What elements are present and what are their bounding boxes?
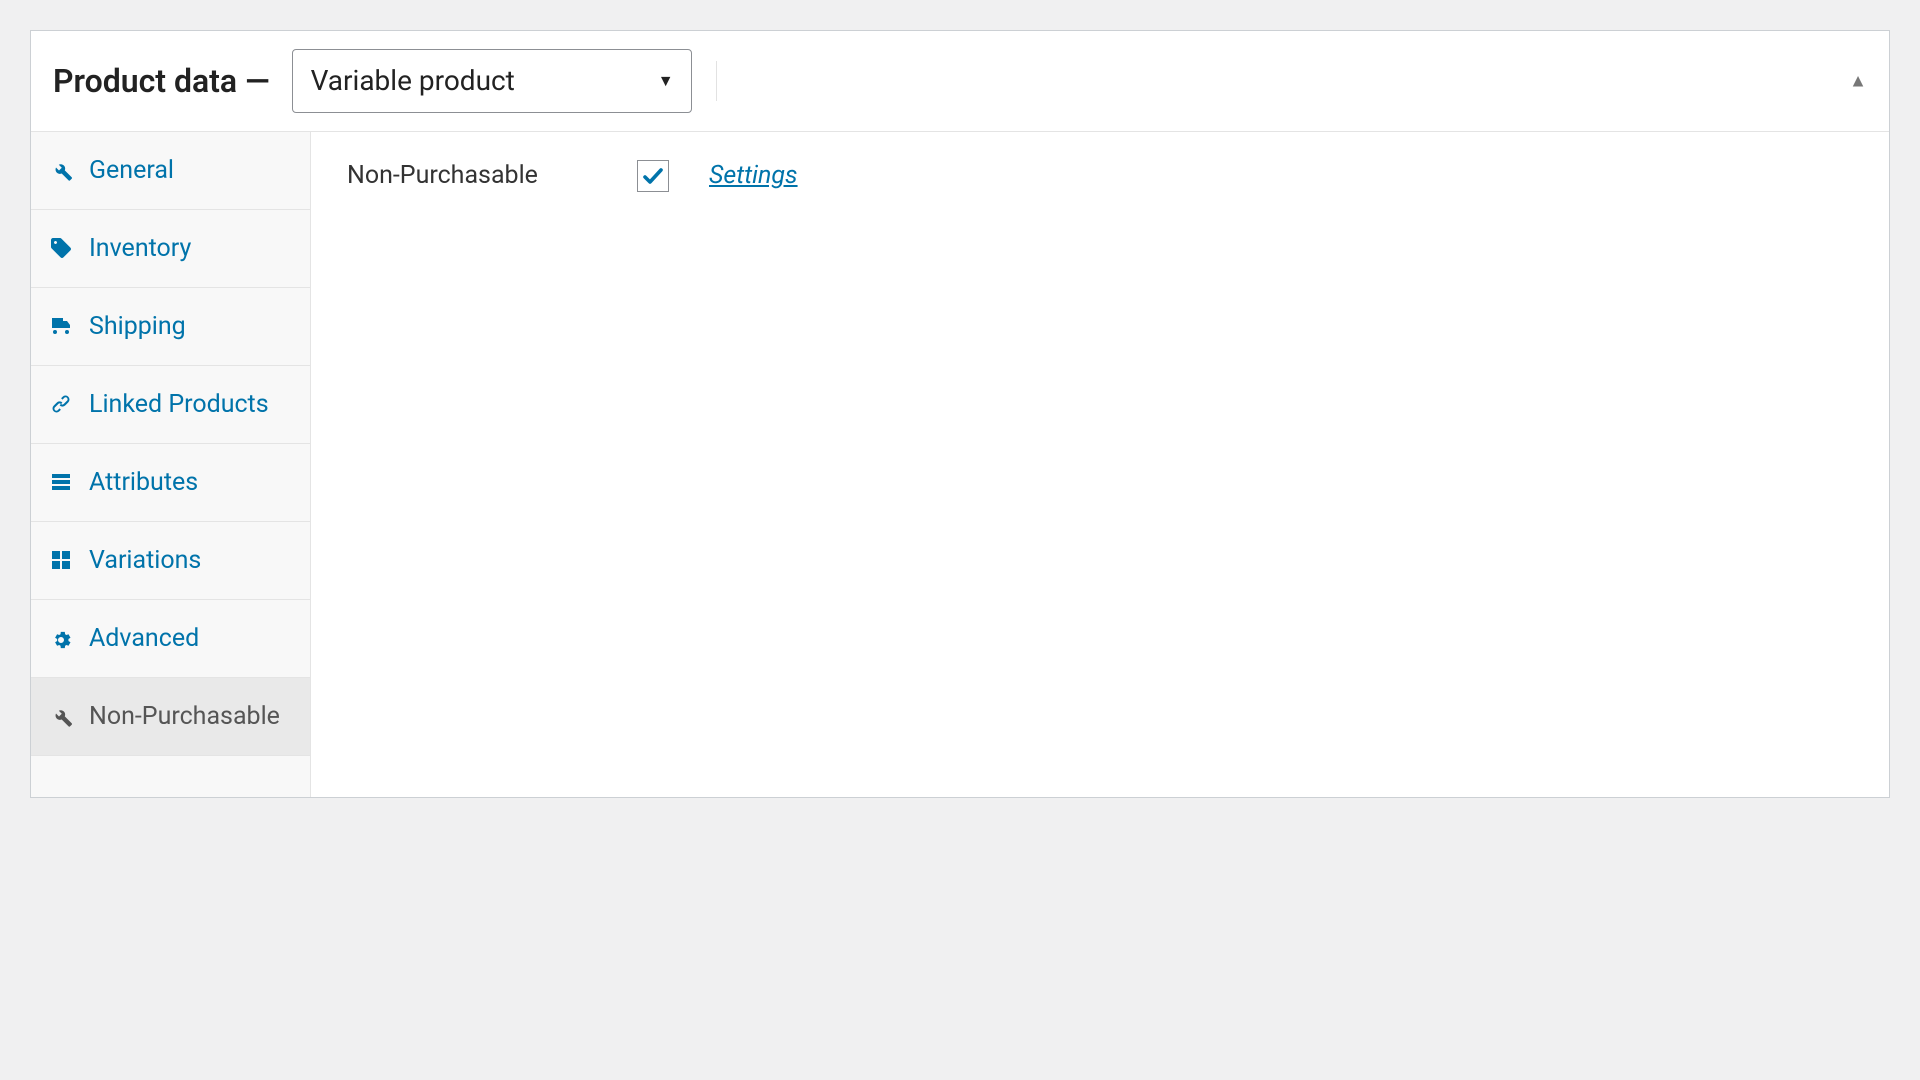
product-data-panel: Product data — Simple productGrouped pro… [30, 30, 1890, 798]
tab-content-non-purchasable: Non-Purchasable Settings [311, 132, 1889, 797]
non-purchasable-label: Non-Purchasable [347, 161, 597, 190]
product-type-select-wrap: Simple productGrouped productExternal/Af… [292, 49, 692, 113]
non-purchasable-checkbox[interactable] [637, 160, 669, 192]
tab-linked-products[interactable]: Linked Products [31, 366, 310, 444]
tab-advanced[interactable]: Advanced [31, 600, 310, 678]
tab-label: Inventory [89, 234, 191, 263]
collapse-toggle-icon[interactable]: ▲ [1849, 70, 1867, 91]
panel-body: General Inventory Shipping Linked Products A… [31, 132, 1889, 797]
tab-attributes[interactable]: Attributes [31, 444, 310, 522]
tab-shipping[interactable]: Shipping [31, 288, 310, 366]
non-purchasable-row: Non-Purchasable Settings [347, 160, 1853, 192]
tab-label: Attributes [89, 468, 198, 497]
tab-non-purchasable[interactable]: Non-Purchasable [31, 678, 310, 756]
header-divider [716, 61, 717, 101]
wrench-icon [49, 704, 73, 728]
tab-label: Shipping [89, 312, 186, 341]
truck-icon [49, 314, 73, 338]
panel-title: Product data — [53, 62, 270, 100]
product-data-tabs: General Inventory Shipping Linked Products A… [31, 132, 311, 797]
grid-icon [49, 548, 73, 572]
link-icon [49, 392, 73, 416]
checkmark-icon [641, 164, 665, 188]
tab-label: Non-Purchasable [89, 702, 280, 731]
tab-general[interactable]: General [31, 132, 310, 210]
tab-inventory[interactable]: Inventory [31, 210, 310, 288]
non-purchasable-settings-link[interactable]: Settings [709, 161, 798, 190]
list-icon [49, 470, 73, 494]
tab-label: Advanced [89, 624, 199, 653]
tab-variations[interactable]: Variations [31, 522, 310, 600]
panel-header: Product data — Simple productGrouped pro… [31, 31, 1889, 132]
tag-icon [49, 236, 73, 260]
product-type-select[interactable]: Simple productGrouped productExternal/Af… [292, 49, 692, 113]
wrench-icon [49, 158, 73, 182]
tab-label: Linked Products [89, 390, 269, 419]
gear-icon [49, 626, 73, 650]
tab-label: General [89, 156, 174, 185]
tab-label: Variations [89, 546, 201, 575]
